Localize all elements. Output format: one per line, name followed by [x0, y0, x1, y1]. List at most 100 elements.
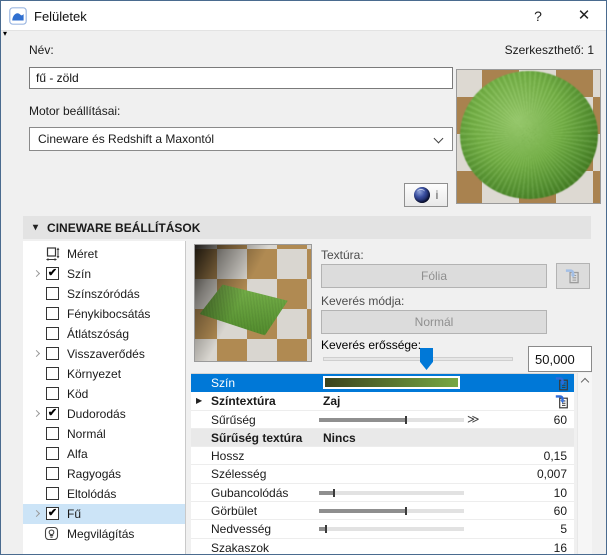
sidebar-item-ragyogas[interactable]: Ragyogás [23, 464, 185, 484]
checkbox[interactable] [46, 387, 59, 400]
scroll-up-button[interactable] [578, 373, 593, 389]
sidebar-item-label: Fű [67, 507, 81, 521]
row-slider-fill [319, 491, 334, 495]
row-slider[interactable] [319, 509, 464, 513]
row-slider[interactable] [319, 418, 464, 422]
checkbox[interactable] [46, 347, 59, 360]
sidebar-item-kod[interactable]: Köd [23, 384, 185, 404]
title-bar: Felületek ? ✕ [1, 1, 606, 31]
row-text-value: Nincs [323, 431, 356, 445]
chevron-up-icon [581, 378, 589, 386]
row-hossz[interactable]: Hossz 0,15 [191, 447, 574, 465]
row-szakaszok[interactable]: Szakaszok 16 [191, 539, 574, 554]
panel-collapse-triangle-icon[interactable]: ▾ [3, 30, 7, 38]
surface-name-input[interactable] [29, 67, 453, 89]
engine-settings-label: Motor beállításai: [29, 104, 120, 118]
row-nedvesseg[interactable]: Nedvesség 5 [191, 520, 574, 538]
sidebar-item-dudorodas[interactable]: ✔ Dudorodás [23, 404, 185, 424]
sidebar-item-label: Színszóródás [67, 287, 140, 301]
sidebar-item-fenykibocsatas[interactable]: Fénykibocsátás [23, 304, 185, 324]
sidebar-item-eltolodas[interactable]: Eltolódás [23, 484, 185, 504]
row-slider-fill [319, 509, 406, 513]
checkbox[interactable] [46, 467, 59, 480]
cinema4d-info-button[interactable]: i [404, 183, 448, 207]
sidebar-item-meret[interactable]: Méret [23, 244, 185, 264]
sidebar-item-visszaverodes[interactable]: Visszaverődés [23, 344, 185, 364]
table-scrollbar[interactable] [577, 373, 592, 554]
sidebar-item-szin[interactable]: ✔ Szín [23, 264, 185, 284]
color-gradient-bar[interactable] [323, 376, 460, 389]
checkbox[interactable]: ✔ [46, 507, 59, 520]
blend-strength-slider-thumb[interactable] [420, 348, 433, 370]
light-icon [44, 526, 60, 542]
checkbox[interactable] [46, 487, 59, 500]
material-preview[interactable] [456, 69, 601, 204]
checkbox[interactable] [46, 367, 59, 380]
blend-strength-input[interactable] [528, 346, 592, 372]
help-button[interactable]: ? [521, 1, 555, 31]
blend-mode-label: Keverés módja: [321, 294, 404, 308]
sidebar-item-label: Köd [67, 387, 88, 401]
blend-mode-button[interactable]: Normál [321, 310, 547, 334]
sidebar-item-label: Fénykibocsátás [67, 307, 150, 321]
row-expand-icon[interactable]: ▶ [196, 397, 202, 405]
sidebar-item-atlatszosag[interactable]: Átlátszóság [23, 324, 185, 344]
sidebar-item-fu[interactable]: ✔ Fű [23, 504, 185, 524]
row-gubancolodas[interactable]: Gubancolódás 10 [191, 484, 574, 502]
transfer-icon [554, 393, 571, 410]
row-transfer-button[interactable] [554, 375, 571, 392]
checkbox[interactable] [46, 427, 59, 440]
row-transfer-button[interactable] [554, 393, 571, 410]
row-gorbulet[interactable]: Görbület 60 [191, 502, 574, 520]
sidebar-item-label: Normál [67, 427, 106, 441]
engine-select[interactable]: Cineware és Redshift a Maxontól [29, 127, 453, 151]
row-number-value: 10 [554, 486, 567, 500]
row-szin[interactable]: Szín [191, 374, 574, 392]
checkbox[interactable]: ✔ [46, 267, 59, 280]
blend-strength-label: Keverés erőssége: [321, 338, 421, 352]
row-szintextura[interactable]: ▶ Színtextúra Zaj [191, 392, 574, 410]
checkbox[interactable] [46, 287, 59, 300]
expand-chevron-icon[interactable] [33, 350, 40, 357]
row-suruseg-textura[interactable]: Sűrűség textúra Nincs [191, 429, 574, 447]
surfaces-dialog: Felületek ? ✕ ▾ Név: Szerkeszthető: 1 Mo… [0, 0, 607, 555]
expand-chevron-icon[interactable] [33, 510, 40, 517]
cineware-section-header[interactable]: ▾ CINEWARE BEÁLLÍTÁSOK [23, 216, 591, 239]
transfer-icon [554, 375, 571, 392]
channel-sidebar: Méret ✔ Szín Színszóródás Fénykibocsátás… [23, 241, 186, 554]
editable-count-label: Szerkeszthető: 1 [505, 43, 594, 57]
row-slider-fill [319, 418, 406, 422]
channel-preview[interactable] [194, 244, 312, 362]
row-label: Színtextúra [211, 394, 276, 408]
close-button[interactable]: ✕ [567, 1, 601, 31]
size-icon [44, 246, 60, 262]
sidebar-item-label: Szín [67, 267, 91, 281]
row-slider[interactable] [319, 491, 464, 495]
checkbox[interactable] [46, 447, 59, 460]
row-slider-tick [333, 489, 335, 497]
sidebar-item-megvilagitas[interactable]: Megvilágítás [23, 524, 185, 544]
row-suruseg[interactable]: Sűrűség ≫ 60 [191, 411, 574, 429]
row-text-value: Zaj [323, 394, 340, 408]
sidebar-item-normal[interactable]: Normál [23, 424, 185, 444]
row-label: Hossz [211, 449, 244, 463]
texture-transfer-button[interactable] [556, 263, 590, 289]
row-szelesseg[interactable]: Szélesség 0,007 [191, 465, 574, 483]
sidebar-item-alfa[interactable]: Alfa [23, 444, 185, 464]
expand-chevron-icon[interactable] [33, 270, 40, 277]
expand-chevron-icon[interactable] [33, 410, 40, 417]
row-slider[interactable] [319, 527, 464, 531]
double-chevron-icon[interactable]: ≫ [467, 412, 480, 426]
sidebar-item-szinszorodas[interactable]: Színszóródás [23, 284, 185, 304]
row-label: Szakaszok [211, 541, 269, 554]
texture-button[interactable]: Fólia [321, 264, 547, 288]
row-label: Szélesség [211, 467, 266, 481]
checkbox[interactable] [46, 307, 59, 320]
row-label: Sűrűség [211, 413, 256, 427]
checkbox[interactable]: ✔ [46, 407, 59, 420]
sidebar-item-kornyezet[interactable]: Környezet [23, 364, 185, 384]
row-number-value: 5 [560, 522, 567, 536]
engine-select-value: Cineware és Redshift a Maxontól [38, 132, 214, 146]
checkbox[interactable] [46, 327, 59, 340]
blend-strength-slider[interactable] [323, 357, 513, 361]
